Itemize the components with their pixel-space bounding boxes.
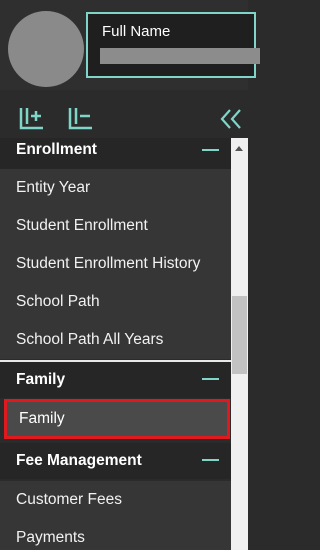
menu-item-label: Payments <box>16 529 85 546</box>
navigation-menu: Enrollment Entity Year Student Enrollmen… <box>0 138 231 550</box>
collapse-icon[interactable] <box>202 459 219 461</box>
menu-group-title: Family <box>16 371 66 388</box>
menu-group-family[interactable]: Family <box>0 362 231 398</box>
layout-icon[interactable] <box>66 106 96 132</box>
full-name-label: Full Name <box>102 23 171 40</box>
menu-item-label: Student Enrollment History <box>16 255 201 272</box>
menu-item-label: School Path All Years <box>16 331 164 348</box>
collapse-icon[interactable] <box>202 149 219 151</box>
avatar[interactable] <box>8 11 84 87</box>
scrollbar-thumb[interactable] <box>232 296 247 374</box>
menu-item-label: Student Enrollment <box>16 217 148 234</box>
menu-group-fee-management[interactable]: Fee Management <box>0 443 231 479</box>
menu-item-school-path[interactable]: School Path <box>0 283 231 321</box>
menu-scrollbar[interactable] <box>231 138 248 550</box>
menu-item-label: Entity Year <box>16 179 91 196</box>
menu-item-student-enrollment-history[interactable]: Student Enrollment History <box>0 245 231 283</box>
menu-item-label: Customer Fees <box>16 491 122 508</box>
menu-item-payments[interactable]: Payments <box>0 519 231 550</box>
menu-item-label: Family <box>19 410 65 427</box>
menu-item-label: School Path <box>16 293 100 310</box>
sidebar-toolbar <box>0 98 248 138</box>
double-chevron-left-icon[interactable] <box>218 106 244 132</box>
menu-group-title: Enrollment <box>16 141 97 158</box>
full-name-value <box>100 48 260 64</box>
menu-item-family-selected[interactable]: Family <box>4 399 230 439</box>
menu-item-customer-fees[interactable]: Customer Fees <box>0 481 231 519</box>
scroll-up-arrow-icon[interactable] <box>235 146 243 151</box>
collapse-icon[interactable] <box>202 378 219 380</box>
profile-name-card[interactable]: Full Name <box>86 12 260 78</box>
menu-item-entity-year[interactable]: Entity Year <box>0 169 231 207</box>
menu-item-school-path-all-years[interactable]: School Path All Years <box>0 321 231 359</box>
menu-item-student-enrollment[interactable]: Student Enrollment <box>0 207 231 245</box>
add-layout-icon[interactable] <box>17 106 47 132</box>
menu-group-title: Fee Management <box>16 452 142 469</box>
profile-panel: Full Name <box>0 0 260 90</box>
